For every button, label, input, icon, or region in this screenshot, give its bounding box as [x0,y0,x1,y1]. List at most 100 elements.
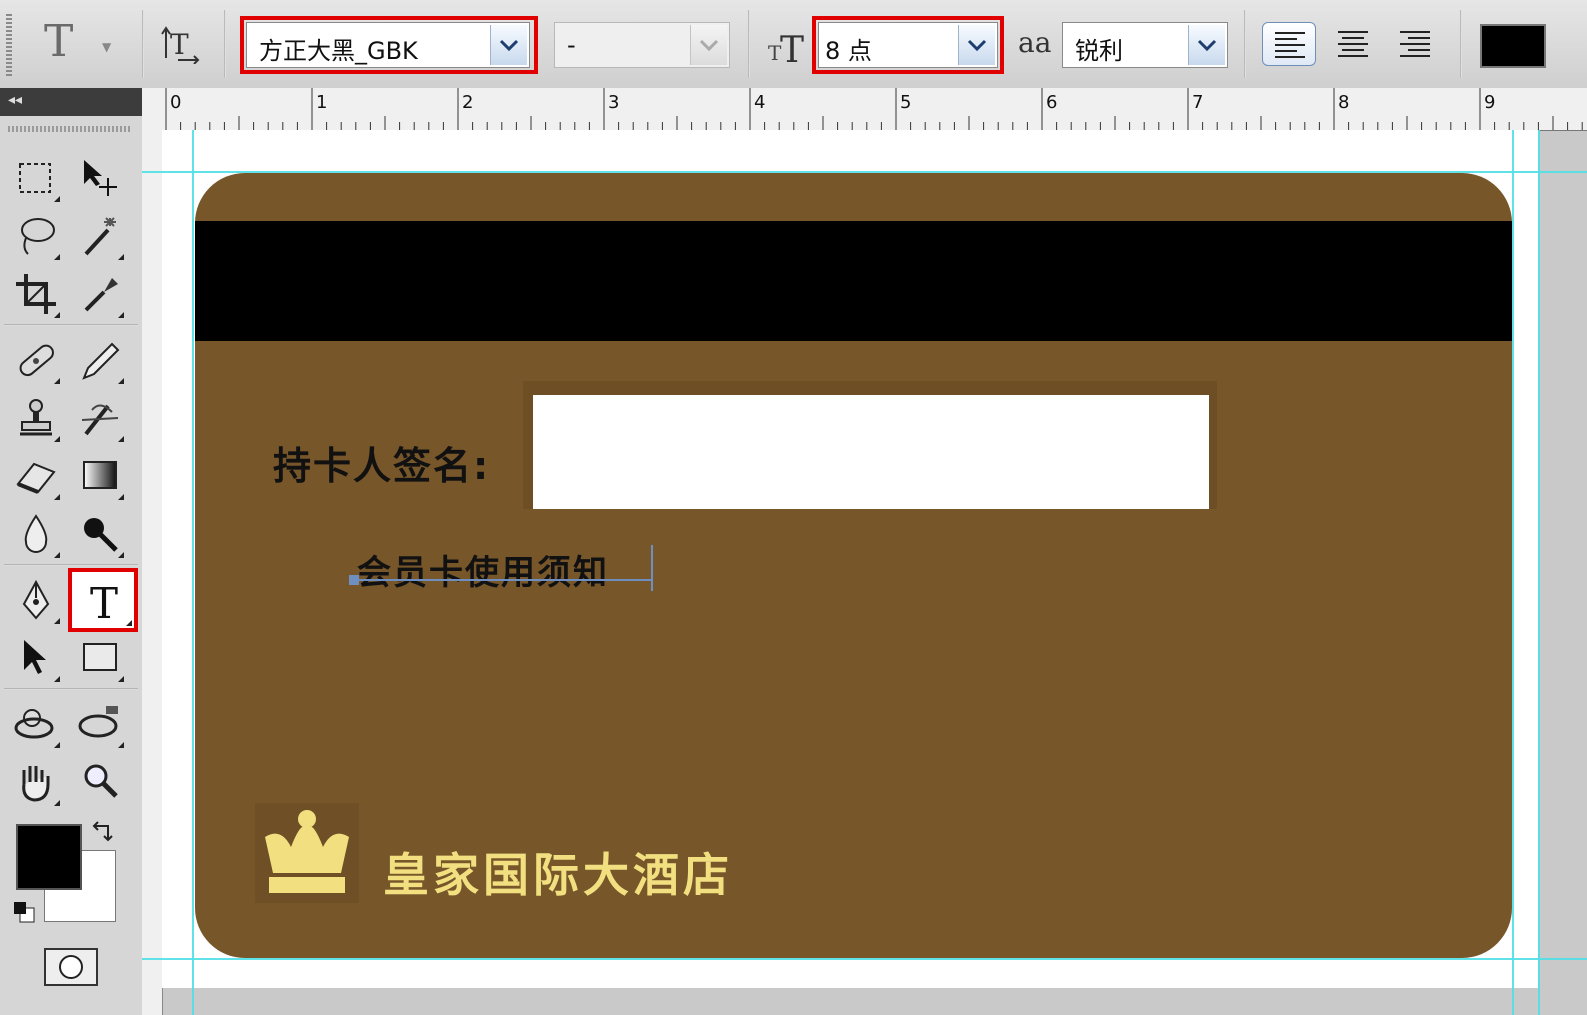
chevron-down-icon [699,39,719,52]
swap-colors-icon[interactable] [90,818,116,848]
antialias-select[interactable]: 锐利 [1062,22,1228,68]
magic-wand-icon [84,217,116,256]
history-brush-icon [81,404,119,436]
gradient-tool[interactable] [74,450,126,502]
toolbox-grip[interactable] [8,126,132,132]
path-selection-tool[interactable] [10,632,62,684]
font-style-select[interactable]: - [554,22,730,68]
type-tool-icon: T [90,579,118,628]
3d-rotate-tool[interactable] [10,698,62,750]
ruler-label: 7 [1192,92,1204,113]
text-baseline [353,579,653,581]
guide-line[interactable] [1538,130,1540,1015]
hand-tool[interactable] [10,756,62,808]
move-icon [84,160,117,196]
zoom-tool[interactable] [74,756,126,808]
crop-tool[interactable] [10,268,62,320]
foreground-color-swatch[interactable] [16,824,82,890]
ruler-label: 6 [1046,92,1058,113]
align-left-button[interactable] [1262,22,1316,66]
quick-mask-button[interactable] [44,948,98,986]
lasso-tool[interactable] [10,210,62,262]
guide-line[interactable] [142,171,1587,173]
font-family-value: 方正大黑_GBK [259,37,418,65]
align-center-icon [1338,31,1368,57]
horizontal-ruler[interactable]: 0 1 2 3 4 5 6 7 8 9 [142,88,1587,131]
separator [1244,10,1246,78]
align-left-icon [1275,32,1305,58]
magic-wand-tool[interactable] [74,210,126,262]
quick-mask-icon [59,955,83,979]
separator [224,10,226,78]
font-family-dropdown-button[interactable] [490,25,527,65]
font-family-select[interactable]: 方正大黑_GBK [246,22,530,68]
options-bar-grip[interactable] [6,14,12,76]
brush-tool[interactable] [74,334,126,386]
shape-tool[interactable] [74,632,126,684]
magnifier-icon [84,764,118,798]
toolbox-header[interactable]: ◂◂ [0,88,142,116]
dodge-tool[interactable] [74,508,126,560]
move-tool[interactable] [74,152,126,204]
pencil-icon [82,342,120,380]
antialias-value: 锐利 [1075,37,1123,65]
tool-preset-picker[interactable]: T ▼ [40,16,130,70]
ruler-label: 5 [900,92,912,113]
options-bar: T ▼ T 方正大黑_GBK - T T 8 点 aa 锐利 [0,0,1587,89]
separator [1460,10,1462,78]
type-tool[interactable]: T [72,572,134,628]
align-center-button[interactable] [1326,22,1380,66]
font-size-value: 8 点 [825,37,872,65]
guide-line[interactable] [192,130,194,1015]
3d-orbit-tool[interactable] [74,698,126,750]
font-style-dropdown-button[interactable] [690,25,727,65]
align-right-icon [1400,31,1430,57]
text-color-swatch[interactable] [1480,24,1546,68]
history-brush-tool[interactable] [74,392,126,444]
arrow-pointer-icon [24,640,46,674]
antialias-icon: aa [1018,26,1052,59]
separator [4,324,138,326]
marquee-tool[interactable] [10,152,62,204]
font-size-select[interactable]: 8 点 [818,22,998,68]
guide-line[interactable] [1512,130,1514,1015]
3d-orbit-icon [78,706,118,738]
separator [748,10,750,78]
dodge-icon [84,518,118,552]
align-right-button[interactable] [1388,22,1442,66]
hand-icon [22,766,50,802]
font-size-icon: T T [768,24,812,72]
stamp-icon [20,399,52,436]
signature-label: 持卡人签名: [273,444,491,488]
ruler-label: 9 [1484,92,1496,113]
gradient-icon [83,461,117,489]
text-cursor [651,545,653,591]
antialias-dropdown-button[interactable] [1188,25,1225,65]
pen-icon [22,579,50,620]
3d-rotate-icon [14,709,54,739]
text-orientation-icon: T [161,26,200,65]
chevron-down-icon [1197,39,1217,52]
eyedropper-tool[interactable] [74,268,126,320]
font-size-dropdown-button[interactable] [958,25,995,65]
pen-tool[interactable] [10,574,62,626]
vertical-ruler[interactable] [142,130,163,1015]
ruler-label: 0 [170,92,182,113]
default-colors-icon[interactable] [12,900,38,930]
eraser-tool[interactable] [10,450,62,502]
notice-text-layer[interactable]: 会员卡使用须知 [357,545,609,594]
chevron-down-icon: ▼ [102,40,112,54]
separator [4,688,138,690]
droplet-icon [24,514,48,553]
clone-stamp-tool[interactable] [10,392,62,444]
lasso-icon [21,218,55,255]
healing-brush-tool[interactable] [10,334,62,386]
collapse-icon[interactable]: ◂◂ [8,92,22,108]
guide-line[interactable] [142,958,1587,960]
chevron-down-icon [499,39,519,52]
membership-card[interactable]: 持卡人签名: 会员卡使用须知 皇家国际大酒店 [195,173,1512,958]
blur-tool[interactable] [10,508,62,560]
ruler-label: 1 [316,92,328,113]
toggle-text-orientation-button[interactable]: T [160,24,204,65]
svg-text:T: T [170,28,189,61]
